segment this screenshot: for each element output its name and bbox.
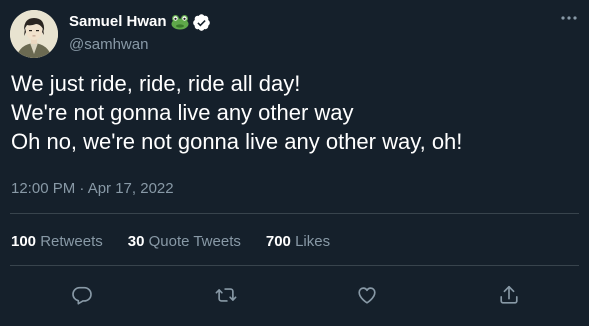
author-display-name[interactable]: Samuel Hwan bbox=[69, 12, 167, 32]
likes-stat[interactable]: 700 Likes bbox=[266, 233, 330, 251]
verified-badge-icon bbox=[192, 13, 211, 32]
quote-tweets-label: Quote Tweets bbox=[148, 233, 241, 250]
like-icon bbox=[358, 287, 376, 304]
tweet-stats: 100 Retweets 30 Quote Tweets 700 Likes bbox=[11, 233, 355, 251]
reply-icon bbox=[72, 286, 92, 305]
author-name-row[interactable]: Samuel Hwan bbox=[69, 12, 211, 32]
like-button[interactable] bbox=[354, 282, 380, 308]
share-button[interactable] bbox=[496, 282, 522, 308]
tweet-timestamp[interactable]: 12:00 PM · Apr 17, 2022 bbox=[11, 180, 174, 198]
avatar[interactable] bbox=[10, 10, 58, 58]
retweets-count: 100 bbox=[11, 233, 37, 250]
frog-icon bbox=[171, 14, 189, 30]
retweets-label: Retweets bbox=[40, 233, 103, 250]
retweet-icon bbox=[215, 288, 237, 302]
likes-label: Likes bbox=[295, 233, 331, 250]
more-dots-icon bbox=[561, 16, 577, 20]
share-icon bbox=[500, 285, 518, 304]
author-handle[interactable]: @samhwan bbox=[69, 36, 148, 54]
tweet-text-line: We just ride, ride, ride all day! bbox=[11, 71, 301, 96]
divider bbox=[10, 213, 579, 214]
retweets-stat[interactable]: 100 Retweets bbox=[11, 233, 103, 251]
retweet-button[interactable] bbox=[213, 282, 239, 308]
avatar-illustration bbox=[10, 10, 58, 58]
tweet-text-line: Oh no, we're not gonna live any other wa… bbox=[11, 129, 463, 154]
divider bbox=[10, 265, 579, 266]
more-options-button[interactable] bbox=[559, 8, 579, 28]
likes-count: 700 bbox=[265, 233, 291, 250]
reply-button[interactable] bbox=[69, 282, 95, 308]
tweet-actions bbox=[0, 280, 589, 310]
tweet-card: Samuel Hwan @samhwan We just ride, ride,… bbox=[0, 0, 589, 326]
quote-tweets-count: 30 bbox=[127, 233, 145, 250]
tweet-text-line: We're not gonna live any other way bbox=[11, 100, 354, 125]
quote-tweets-stat[interactable]: 30 Quote Tweets bbox=[128, 233, 241, 251]
tweet-text: We just ride, ride, ride all day! We're … bbox=[11, 69, 581, 156]
